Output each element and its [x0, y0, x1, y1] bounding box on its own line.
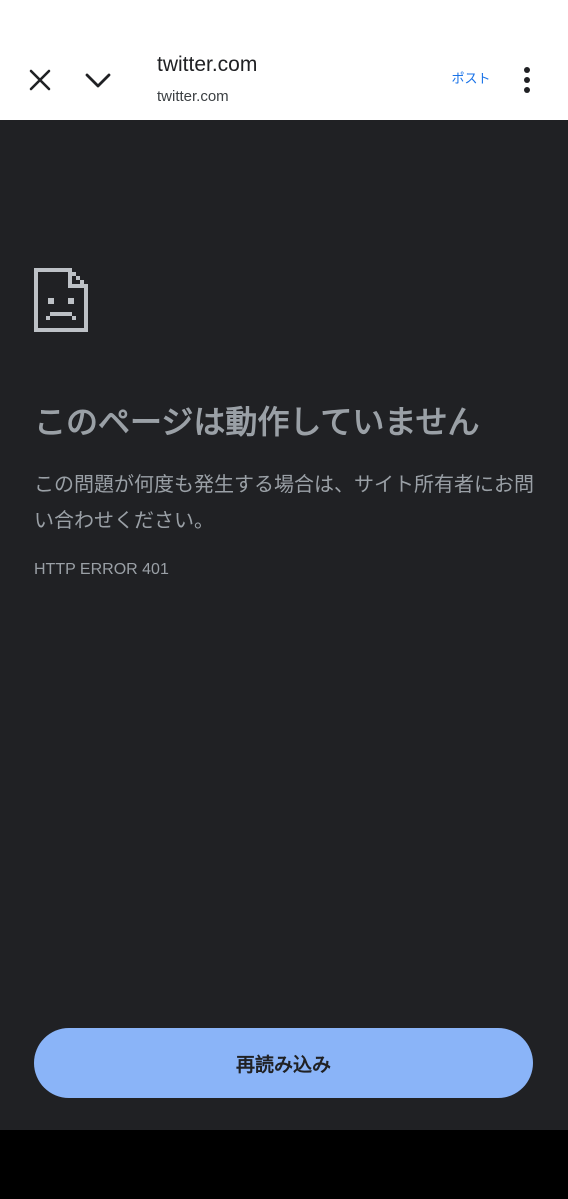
minimize-button[interactable] [78, 60, 118, 100]
close-button[interactable] [20, 60, 60, 100]
navigation-bar [0, 1130, 568, 1199]
close-icon [29, 69, 51, 91]
error-page: このページは動作していません この問題が何度も発生する場合は、サイト所有者にお問… [0, 120, 568, 1130]
reload-button[interactable]: 再読み込み [34, 1028, 533, 1098]
error-code: HTTP ERROR 401 [34, 561, 169, 578]
more-vert-icon [524, 67, 530, 93]
sad-document-icon [34, 268, 88, 332]
custom-tab-toolbar: twitter.com twitter.com ポスト [0, 42, 568, 120]
menu-button[interactable] [507, 60, 547, 100]
status-bar [0, 0, 568, 42]
page-url: twitter.com [157, 88, 229, 105]
post-button[interactable]: ポスト [440, 70, 502, 90]
error-message: この問題が何度も発生する場合は、サイト所有者にお問い合わせください。 [34, 472, 534, 532]
error-heading: このページは動作していません [34, 403, 480, 441]
page-title-block: twitter.com twitter.com [157, 52, 427, 107]
chevron-down-icon [85, 73, 111, 88]
page-title: twitter.com [157, 53, 258, 76]
